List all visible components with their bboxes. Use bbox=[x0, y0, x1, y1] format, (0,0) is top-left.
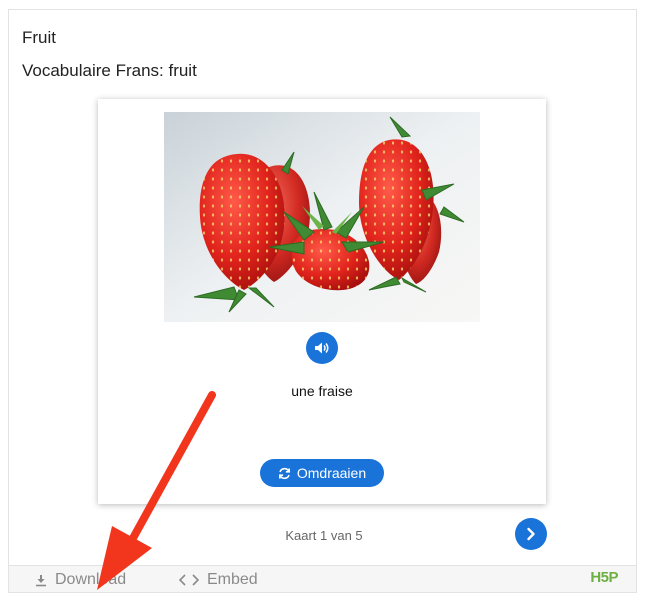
refresh-icon bbox=[278, 467, 291, 480]
turn-card-button[interactable]: Omdraaien bbox=[260, 459, 384, 487]
h5p-logo[interactable]: H5P bbox=[590, 569, 618, 586]
page-title: Fruit bbox=[22, 28, 56, 47]
embed-label: Embed bbox=[207, 571, 258, 588]
flashcard: une fraise Omdraaien bbox=[98, 99, 546, 504]
audio-play-button[interactable] bbox=[306, 332, 338, 364]
turn-card-label: Omdraaien bbox=[296, 465, 367, 481]
download-label: Download bbox=[55, 571, 127, 588]
code-icon bbox=[179, 574, 199, 586]
page-subtitle: Vocabulaire Frans: fruit bbox=[22, 61, 197, 80]
chevron-right-icon bbox=[526, 527, 536, 541]
strawberry-image bbox=[164, 112, 480, 322]
embed-button[interactable]: Embed bbox=[179, 571, 258, 589]
download-button[interactable]: Download bbox=[35, 571, 126, 589]
h5p-actions-bar: Download Embed H5P bbox=[9, 565, 636, 592]
next-card-button[interactable] bbox=[515, 518, 547, 550]
download-icon bbox=[35, 574, 47, 587]
card-text: une fraise bbox=[291, 383, 353, 399]
speaker-icon bbox=[314, 341, 330, 355]
card-progress: Kaart 1 van 5 bbox=[285, 528, 363, 543]
